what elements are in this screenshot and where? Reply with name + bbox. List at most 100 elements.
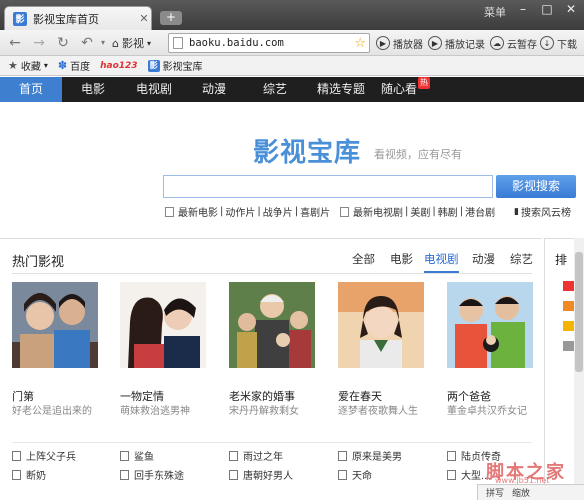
maximize-icon[interactable]: □ bbox=[538, 2, 556, 16]
list-item[interactable]: 天命 bbox=[338, 467, 372, 482]
zoom-button[interactable]: 缩放 bbox=[512, 486, 530, 499]
undo-dropdown-icon[interactable]: ▾ bbox=[94, 34, 112, 52]
navigation-toolbar: ← → ↻ ↶ ▾ ⌂ 影视 ▾ baoku.baidu.com ☆ ▶ 播放器… bbox=[0, 30, 584, 56]
list-item[interactable]: 鲨鱼 bbox=[120, 448, 154, 463]
tv-icon bbox=[120, 469, 129, 480]
quick-link[interactable]: 最新电视剧 bbox=[353, 204, 403, 219]
baidu-paw-icon: ✽ bbox=[57, 59, 68, 72]
list-item[interactable]: 断奶 bbox=[12, 467, 46, 482]
nav-item-anime[interactable]: 动漫 bbox=[184, 77, 244, 102]
tv-icon bbox=[12, 450, 21, 461]
nav-item-movies[interactable]: 电影 bbox=[62, 77, 124, 102]
quick-link[interactable]: 动作片 bbox=[225, 204, 255, 219]
scrollbar-thumb[interactable] bbox=[575, 252, 583, 372]
tab-all[interactable]: 全部 bbox=[352, 251, 375, 267]
browser-tab[interactable]: 影 影视宝库首页 ✕ bbox=[4, 6, 152, 30]
tab-tv[interactable]: 电视剧 bbox=[424, 251, 459, 273]
bookmark-label: 影视宝库 bbox=[162, 62, 203, 73]
list-item[interactable]: 上阵父子兵 bbox=[12, 448, 76, 463]
hot-media-panel: 热门影视 全部 电影 电视剧 动漫 综艺 门第 好老公是追出来的 一物定情 萌妹… bbox=[0, 238, 542, 500]
download-button[interactable]: ↓ 下载 bbox=[540, 34, 577, 52]
bookmark-label: 百度 bbox=[70, 62, 91, 73]
quick-link[interactable]: 喜剧片 bbox=[300, 204, 330, 219]
nav-item-variety[interactable]: 综艺 bbox=[244, 77, 306, 102]
cloud-button[interactable]: ☁ 云暂存 bbox=[490, 34, 537, 52]
bookmark-hao123[interactable]: hao123 bbox=[100, 61, 137, 71]
forward-arrow-icon[interactable]: → bbox=[30, 34, 48, 52]
bookmark-label: 收藏 bbox=[20, 62, 41, 73]
list-item-label: 回手东殊途 bbox=[134, 471, 184, 482]
close-window-icon[interactable]: ✕ bbox=[562, 2, 580, 16]
bookmark-baoku[interactable]: 影 影视宝库 bbox=[147, 58, 203, 73]
poster-image[interactable] bbox=[12, 282, 98, 368]
ranking-title: 排 bbox=[555, 253, 568, 267]
minimize-icon[interactable]: – bbox=[514, 2, 532, 16]
list-item[interactable]: 雨过之年 bbox=[229, 448, 283, 463]
poster-image[interactable] bbox=[338, 282, 424, 368]
bookmark-favorites[interactable]: ★ 收藏 ▾ bbox=[8, 58, 48, 73]
star-icon: ★ bbox=[8, 59, 18, 72]
list-item[interactable]: 原来是美男 bbox=[338, 448, 402, 463]
list-item[interactable]: 唐朝好男人 bbox=[229, 467, 293, 482]
quick-link[interactable]: 搜索风云榜 bbox=[521, 204, 571, 219]
quick-link[interactable]: 战争片 bbox=[263, 204, 293, 219]
new-tab-button[interactable]: + bbox=[160, 11, 182, 25]
download-label: 下载 bbox=[557, 39, 577, 51]
quick-link[interactable]: 最新电影 bbox=[178, 204, 218, 219]
menu-button[interactable]: 菜单 bbox=[484, 4, 506, 20]
baoku-favicon-icon: 影 bbox=[13, 11, 27, 26]
quick-links-ranking: ▮ 搜索风云榜 bbox=[514, 204, 571, 220]
cloud-icon: ☁ bbox=[490, 36, 504, 50]
nav-item-home[interactable]: 首页 bbox=[0, 77, 62, 102]
quick-link[interactable]: 美剧 bbox=[410, 204, 430, 219]
tv-icon bbox=[338, 469, 347, 480]
spellcheck-button[interactable]: 拼写 bbox=[486, 486, 504, 499]
poster-image[interactable] bbox=[229, 282, 315, 368]
play-icon: ▶ bbox=[376, 36, 390, 50]
nav-item-featured[interactable]: 精选专题 bbox=[306, 77, 376, 102]
list-item-label: 天命 bbox=[352, 471, 372, 482]
bookmark-baidu[interactable]: ✽ 百度 bbox=[58, 58, 90, 73]
history-label: 播放记录 bbox=[445, 39, 485, 51]
list-item-label: 上阵父子兵 bbox=[26, 452, 76, 463]
hao123-icon: hao123 bbox=[100, 60, 138, 71]
refresh-icon[interactable]: ↻ bbox=[54, 34, 72, 52]
tab-variety[interactable]: 综艺 bbox=[510, 251, 533, 267]
player-button[interactable]: ▶ 播放器 bbox=[376, 34, 423, 52]
list-item[interactable]: 大型... bbox=[447, 467, 491, 482]
search-input[interactable] bbox=[163, 175, 493, 198]
status-bar: 拼写 缩放 bbox=[477, 484, 584, 500]
baoku-icon: 影 bbox=[147, 59, 160, 72]
chevron-down-icon: ▾ bbox=[43, 61, 48, 70]
tv-icon bbox=[447, 469, 456, 480]
close-tab-icon[interactable]: ✕ bbox=[137, 12, 151, 25]
tv-icon bbox=[338, 450, 347, 461]
site-slogan: 看视频，应有尽有 bbox=[374, 148, 462, 161]
list-item[interactable]: 回手东殊途 bbox=[120, 467, 184, 482]
tab-anime[interactable]: 动漫 bbox=[472, 251, 495, 267]
list-divider bbox=[12, 442, 532, 443]
list-item-label: 唐朝好男人 bbox=[243, 471, 293, 482]
bar-chart-icon: ▮ bbox=[514, 206, 519, 217]
hot-section-title: 热门影视 bbox=[12, 255, 65, 270]
bookmark-star-icon[interactable]: ☆ bbox=[354, 36, 369, 51]
history-button[interactable]: ▶ 播放记录 bbox=[428, 34, 485, 52]
address-bar[interactable]: baoku.baidu.com ☆ bbox=[168, 33, 370, 53]
poster-image[interactable] bbox=[447, 282, 533, 368]
history-icon: ▶ bbox=[428, 36, 442, 50]
home-button[interactable]: ⌂ 影视 ▾ bbox=[112, 34, 151, 52]
tab-movies[interactable]: 电影 bbox=[390, 251, 413, 267]
site-logo[interactable]: 影视宝库 bbox=[253, 132, 361, 169]
quick-link[interactable]: 港台剧 bbox=[465, 204, 495, 219]
page-icon bbox=[173, 37, 183, 49]
nav-item-random[interactable]: 随心看 bbox=[376, 77, 422, 102]
nav-item-tv[interactable]: 电视剧 bbox=[124, 77, 184, 102]
tv-icon bbox=[229, 469, 238, 480]
quick-link[interactable]: 韩剧 bbox=[438, 204, 458, 219]
search-button[interactable]: 影视搜索 bbox=[496, 175, 576, 198]
vertical-scrollbar[interactable] bbox=[574, 238, 584, 500]
home-label: 影视 bbox=[121, 37, 144, 50]
poster-image[interactable] bbox=[120, 282, 206, 368]
quick-links-tv: 最新电视剧 | 美剧 | 韩剧 | 港台剧 bbox=[340, 204, 495, 219]
back-arrow-icon[interactable]: ← bbox=[6, 34, 24, 52]
